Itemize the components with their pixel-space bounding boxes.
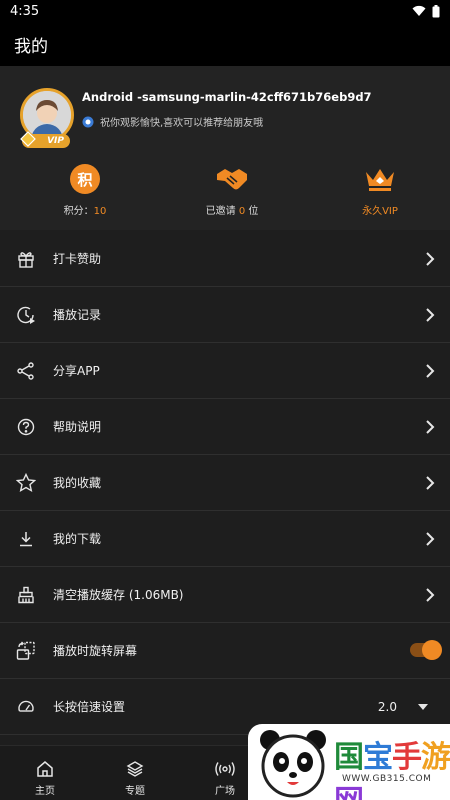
vip-badge: VIP (20, 131, 70, 148)
points-icon: 积 (70, 164, 100, 194)
menu-item-checkin-sponsor[interactable]: 打卡赞助 (0, 231, 450, 287)
chevron-right-icon (426, 364, 435, 378)
menu-item-label: 我的下载 (53, 532, 102, 546)
download-icon (16, 529, 36, 549)
chevron-right-icon (426, 588, 435, 602)
tab-label: 广场 (215, 786, 235, 797)
crown-icon (366, 169, 394, 191)
menu-item-share-app[interactable]: 分享APP (0, 343, 450, 399)
star-icon (16, 473, 36, 493)
battery-icon (432, 4, 440, 17)
avatar[interactable]: VIP (20, 88, 74, 148)
status-bar: 4:35 (0, 0, 450, 22)
rotate-screen-toggle[interactable] (410, 640, 442, 660)
menu-item-help[interactable]: 帮助说明 (0, 399, 450, 455)
tab-home[interactable]: 主页 (15, 760, 75, 797)
menu-list: 打卡赞助 播放记录 分享APP 帮助说明 我的收藏 我的下载 清空播放缓存 (1… (0, 231, 450, 735)
profile-card: VIP Android -samsung-marlin-42cff671b76e… (0, 66, 450, 230)
chevron-right-icon (426, 532, 435, 546)
menu-item-rotate-screen: 播放时旋转屏幕 (0, 623, 450, 679)
broadcast-icon (215, 762, 235, 776)
stat-invited[interactable]: 已邀请 0 位 (172, 162, 292, 222)
stat-points[interactable]: 积 积分：10 (25, 162, 145, 222)
points-value: 10 (93, 206, 107, 217)
invited-prefix: 已邀请 (205, 206, 236, 217)
toggle-knob (422, 640, 442, 660)
watermark: 国宝手游网 WWW.GB315.COM (248, 724, 450, 800)
signature-text: 祝你观影愉快,喜欢可以推荐给朋友哦 (100, 118, 264, 129)
menu-item-label: 长按倍速设置 (53, 700, 126, 714)
vip-badge-label: VIP (47, 136, 64, 146)
invited-value: 0 (238, 206, 246, 217)
home-icon (37, 761, 53, 777)
menu-item-label: 分享APP (53, 364, 100, 378)
history-icon (16, 305, 36, 325)
watermark-text-value: 国宝手游网 (334, 740, 450, 800)
tab-label: 主页 (35, 786, 55, 797)
speed-icon (16, 697, 36, 717)
menu-item-play-history[interactable]: 播放记录 (0, 287, 450, 343)
menu-item-label: 我的收藏 (53, 476, 102, 490)
signature-row: 祝你观影愉快,喜欢可以推荐给朋友哦 (82, 114, 263, 129)
chevron-right-icon (426, 308, 435, 322)
handshake-icon (217, 169, 247, 190)
share-icon (16, 361, 36, 381)
page-title: 我的 (14, 36, 48, 57)
chevron-right-icon (426, 476, 435, 490)
menu-item-label: 帮助说明 (53, 420, 102, 434)
tab-label: 专题 (125, 786, 145, 797)
wifi-icon (412, 5, 426, 16)
diamond-icon (20, 131, 36, 147)
invited-suffix: 位 (248, 206, 259, 217)
app-bar: 我的 (0, 22, 450, 66)
chevron-right-icon (426, 420, 435, 434)
menu-item-clear-cache[interactable]: 清空播放缓存 (1.06MB) (0, 567, 450, 623)
panda-logo-icon (260, 730, 326, 798)
watermark-text: 国宝手游网 (334, 732, 450, 800)
username: Android -samsung-marlin-42cff671b76eb9d7 (82, 90, 372, 104)
speed-select-value[interactable]: 2.0 (378, 700, 397, 714)
status-icons (412, 4, 440, 18)
rotate-screen-icon (16, 641, 36, 661)
points-icon-wrap: 积 (68, 162, 102, 196)
help-icon (16, 417, 36, 437)
tab-topics[interactable]: 专题 (105, 760, 165, 797)
status-time: 4:35 (10, 3, 40, 19)
crown-icon-wrap (363, 162, 397, 196)
stat-vip[interactable]: 永久VIP (320, 162, 440, 222)
invited-label-row: 已邀请 0 位 (206, 202, 259, 217)
menu-item-label: 播放时旋转屏幕 (53, 644, 138, 658)
chevron-right-icon (426, 252, 435, 266)
menu-item-label: 清空播放缓存 (1.06MB) (53, 588, 184, 602)
menu-item-favorites[interactable]: 我的收藏 (0, 455, 450, 511)
menu-item-downloads[interactable]: 我的下载 (0, 511, 450, 567)
points-label-row: 积分：10 (64, 202, 107, 217)
handshake-icon-wrap (215, 162, 249, 196)
menu-item-label: 打卡赞助 (53, 252, 102, 266)
vip-label: 永久VIP (362, 206, 398, 217)
broom-icon (16, 585, 36, 605)
gift-icon (16, 249, 36, 269)
layers-icon (126, 761, 144, 777)
signature-bubble-icon (82, 116, 94, 127)
points-label: 积分： (63, 206, 94, 217)
watermark-sub: WWW.GB315.COM (342, 774, 432, 784)
caret-down-icon[interactable] (418, 704, 428, 710)
tab-square[interactable]: 广场 (195, 760, 255, 797)
menu-item-label: 播放记录 (53, 308, 102, 322)
stats-row: 积 积分：10 已邀请 0 位 永久VIP (0, 162, 450, 222)
